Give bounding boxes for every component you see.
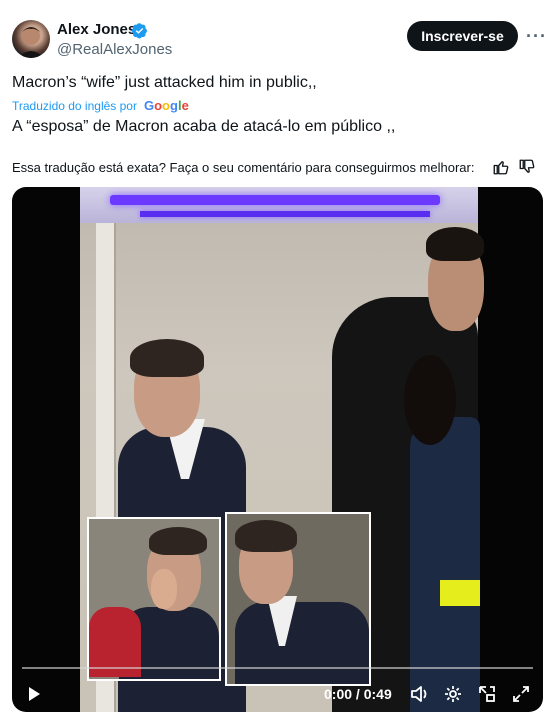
verified-badge-icon xyxy=(131,23,147,39)
thumbs-down-icon[interactable] xyxy=(518,158,536,176)
subscribe-button[interactable]: Inscrever-se xyxy=(407,21,518,51)
bodyguard-hair xyxy=(426,227,484,261)
volume-icon[interactable] xyxy=(410,685,430,703)
neon-light xyxy=(110,195,440,205)
video-time-separator: / xyxy=(355,686,360,702)
video-frame xyxy=(80,187,484,712)
figure-hair xyxy=(130,339,204,377)
inset-frame-left xyxy=(87,517,221,681)
yellow-strap xyxy=(440,580,480,606)
translation-feedback-prompt: Essa tradução está exata? Faça o seu com… xyxy=(12,160,475,175)
woman-hair xyxy=(404,355,456,445)
play-icon[interactable] xyxy=(26,686,42,702)
tweet-translated-text: A “esposa” de Macron acaba de atacá-lo e… xyxy=(12,118,396,135)
video-current-time: 0:00 xyxy=(324,686,353,702)
settings-gear-icon[interactable] xyxy=(443,684,463,704)
google-logo: Google xyxy=(143,98,189,113)
video-time: 0:00 / 0:49 xyxy=(324,686,392,702)
ceiling-lights xyxy=(80,187,478,223)
neon-light-lower xyxy=(140,211,430,217)
translated-by-label: Traduzido do inglês por xyxy=(12,98,137,113)
pip-icon[interactable] xyxy=(477,684,497,704)
inset-frame-right xyxy=(225,512,371,686)
avatar[interactable] xyxy=(12,20,50,58)
video-player[interactable] xyxy=(12,187,543,712)
video-progress-bar[interactable] xyxy=(22,667,533,669)
author-name[interactable]: Alex Jones xyxy=(57,21,136,38)
video-duration: 0:49 xyxy=(363,686,392,702)
thumbs-up-icon[interactable] xyxy=(492,158,510,176)
more-dots-icon[interactable]: ··· xyxy=(526,27,547,45)
fullscreen-icon[interactable] xyxy=(511,684,531,704)
tweet-original-text: Macron’s “wife” just attacked him in pub… xyxy=(12,74,317,91)
translation-attribution: Traduzido do inglês por Google xyxy=(12,98,189,113)
author-handle[interactable]: @RealAlexJones xyxy=(57,41,172,58)
avatar-image xyxy=(18,27,44,58)
